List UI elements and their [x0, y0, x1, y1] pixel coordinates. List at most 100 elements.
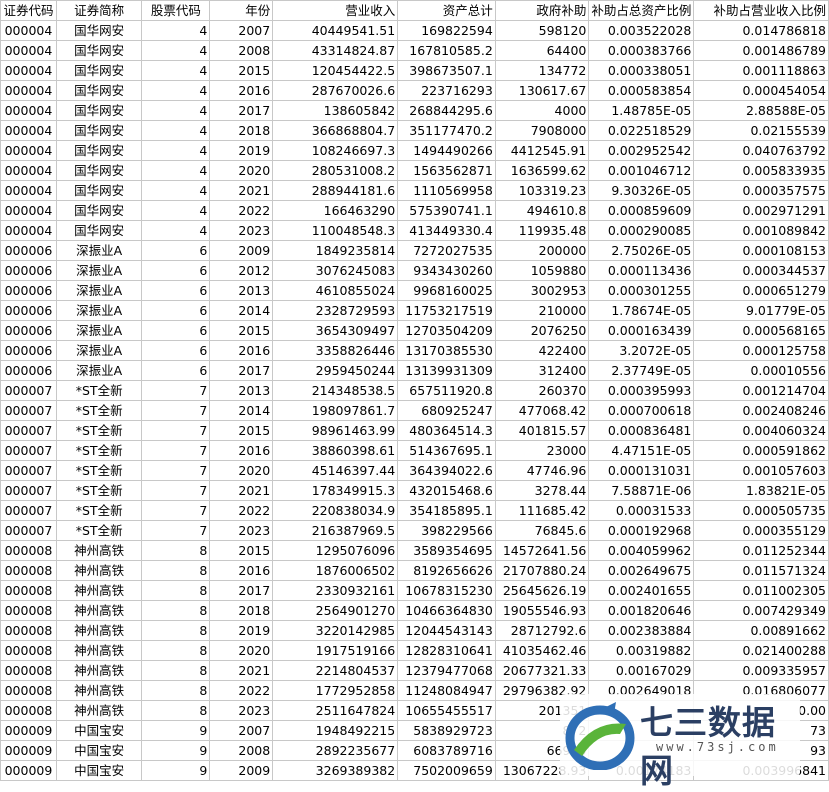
cell-year[interactable]: 2009 — [209, 240, 274, 261]
cell-subsidy-revenue-ratio[interactable]: 0.001089842 — [693, 220, 829, 241]
cell-total-assets[interactable]: 7272027535 — [397, 240, 496, 261]
cell-total-assets[interactable]: 413449330.4 — [397, 220, 496, 241]
cell-subsidy-revenue-ratio[interactable]: 0.001214704 — [693, 380, 829, 401]
cell-stock-code[interactable]: 7 — [141, 460, 211, 481]
cell-stock-code[interactable]: 7 — [141, 500, 211, 521]
cell-year[interactable]: 2009 — [209, 760, 274, 781]
cell-revenue[interactable]: 1876006502 — [272, 560, 399, 581]
cell-gov-subsidy[interactable]: 477068.42 — [494, 400, 590, 421]
cell-year[interactable]: 2014 — [209, 400, 274, 421]
cell-total-assets[interactable]: 9968160025 — [397, 280, 496, 301]
cell-stock-code[interactable]: 9 — [141, 720, 211, 741]
cell-gov-subsidy[interactable]: 76845.6 — [494, 520, 590, 541]
cell-revenue[interactable]: 288944181.6 — [272, 180, 399, 201]
cell-security-code[interactable]: 000007 — [0, 380, 57, 401]
cell-year[interactable]: 2008 — [209, 740, 274, 761]
cell-gov-subsidy[interactable]: 2076250 — [494, 320, 590, 341]
cell-stock-code[interactable]: 4 — [141, 100, 211, 121]
cell-year[interactable]: 2023 — [209, 520, 274, 541]
cell-subsidy-revenue-ratio[interactable]: 0.005833935 — [693, 160, 829, 181]
cell-security-code[interactable]: 000008 — [0, 560, 57, 581]
cell-gov-subsidy[interactable]: 64400 — [494, 40, 590, 61]
cell-total-assets[interactable]: 12828310641 — [397, 640, 496, 661]
cell-gov-subsidy[interactable]: 20677321.33 — [494, 660, 590, 681]
cell-security-name[interactable]: *ST全新 — [55, 420, 143, 441]
cell-revenue[interactable]: 45146397.44 — [272, 460, 399, 481]
cell-security-code[interactable]: 000006 — [0, 240, 57, 261]
cell-security-code[interactable]: 000004 — [0, 160, 57, 181]
cell-revenue[interactable]: 2959450244 — [272, 360, 399, 381]
cell-security-name[interactable]: 神州高铁 — [55, 600, 143, 621]
cell-subsidy-revenue-ratio[interactable]: 0.000591862 — [693, 440, 829, 461]
cell-subsidy-asset-ratio[interactable]: 0.001046712 — [588, 160, 695, 181]
cell-gov-subsidy[interactable]: 422400 — [494, 340, 590, 361]
cell-revenue[interactable]: 2892235677 — [272, 740, 399, 761]
cell-security-code[interactable]: 000004 — [0, 180, 57, 201]
cell-stock-code[interactable]: 4 — [141, 180, 211, 201]
cell-revenue[interactable]: 38860398.61 — [272, 440, 399, 461]
cell-subsidy-revenue-ratio[interactable]: 9.01779E-05 — [693, 300, 829, 321]
header-cell-year[interactable]: 年份 — [209, 0, 274, 21]
cell-stock-code[interactable]: 6 — [141, 300, 211, 321]
cell-subsidy-asset-ratio[interactable]: 0.00167029 — [588, 660, 695, 681]
cell-gov-subsidy[interactable]: 200000 — [494, 240, 590, 261]
cell-year[interactable]: 2015 — [209, 540, 274, 561]
cell-stock-code[interactable]: 4 — [141, 160, 211, 181]
cell-subsidy-revenue-ratio[interactable]: 2.88588E-05 — [693, 100, 829, 121]
header-cell-security-code[interactable]: 证券代码 — [0, 0, 57, 21]
cell-subsidy-asset-ratio[interactable]: 1.78674E-05 — [588, 300, 695, 321]
cell-subsidy-revenue-ratio[interactable]: 0.001118863 — [693, 60, 829, 81]
cell-revenue[interactable]: 3076245083 — [272, 260, 399, 281]
cell-year[interactable]: 2021 — [209, 480, 274, 501]
cell-security-name[interactable]: 神州高铁 — [55, 700, 143, 721]
cell-gov-subsidy[interactable]: 25645626.19 — [494, 580, 590, 601]
cell-subsidy-asset-ratio[interactable]: 0.002952542 — [588, 140, 695, 161]
cell-security-code[interactable]: 000008 — [0, 640, 57, 661]
cell-subsidy-revenue-ratio[interactable]: 0.02155539 — [693, 120, 829, 141]
cell-security-name[interactable]: 国华网安 — [55, 40, 143, 61]
cell-revenue[interactable]: 166463290 — [272, 200, 399, 221]
cell-subsidy-revenue-ratio[interactable]: 0.004060324 — [693, 420, 829, 441]
header-cell-gov-subsidy[interactable]: 政府补助 — [494, 0, 590, 21]
cell-security-name[interactable]: 国华网安 — [55, 60, 143, 81]
cell-security-name[interactable]: 深振业A — [55, 240, 143, 261]
cell-total-assets[interactable]: 10655455517 — [397, 700, 496, 721]
cell-revenue[interactable]: 198097861.7 — [272, 400, 399, 421]
cell-subsidy-asset-ratio[interactable]: 0.000113436 — [588, 260, 695, 281]
cell-security-code[interactable]: 000004 — [0, 60, 57, 81]
cell-revenue[interactable]: 1917519166 — [272, 640, 399, 661]
cell-stock-code[interactable]: 7 — [141, 380, 211, 401]
cell-year[interactable]: 2016 — [209, 80, 274, 101]
cell-subsidy-revenue-ratio[interactable]: 0.011571324 — [693, 560, 829, 581]
cell-subsidy-asset-ratio[interactable]: 0.000131031 — [588, 460, 695, 481]
cell-subsidy-asset-ratio[interactable]: 0.0031988​2 — [588, 640, 695, 661]
cell-total-assets[interactable]: 514367695.1 — [397, 440, 496, 461]
cell-subsidy-revenue-ratio[interactable]: 0.00891662 — [693, 620, 829, 641]
cell-gov-subsidy[interactable]: 260370 — [494, 380, 590, 401]
cell-gov-subsidy[interactable]: 3002953 — [494, 280, 590, 301]
cell-total-assets[interactable]: 12379477068 — [397, 660, 496, 681]
cell-security-code[interactable]: 000004 — [0, 80, 57, 101]
cell-security-code[interactable]: 000009 — [0, 720, 57, 741]
cell-total-assets[interactable]: 432015468.6 — [397, 480, 496, 501]
cell-total-assets[interactable]: 9343430260 — [397, 260, 496, 281]
cell-total-assets[interactable]: 480364514.3 — [397, 420, 496, 441]
cell-security-code[interactable]: 000007 — [0, 400, 57, 421]
cell-year[interactable]: 2022 — [209, 680, 274, 701]
cell-subsidy-revenue-ratio[interactable]: 1.83821E-05 — [693, 480, 829, 501]
cell-stock-code[interactable]: 4 — [141, 40, 211, 61]
cell-stock-code[interactable]: 6 — [141, 240, 211, 261]
cell-security-name[interactable]: 神州高铁 — [55, 580, 143, 601]
cell-year[interactable]: 2017 — [209, 360, 274, 381]
cell-gov-subsidy[interactable]: 3278.44 — [494, 480, 590, 501]
cell-security-name[interactable]: 深振业A — [55, 260, 143, 281]
cell-subsidy-asset-ratio[interactable]: 3.2072E-05 — [588, 340, 695, 361]
cell-revenue[interactable]: 43314824.87 — [272, 40, 399, 61]
cell-security-name[interactable]: 神州高铁 — [55, 680, 143, 701]
cell-subsidy-asset-ratio[interactable]: 0.002401655 — [588, 580, 695, 601]
cell-revenue[interactable]: 287670026.6 — [272, 80, 399, 101]
cell-gov-subsidy[interactable]: 1636599.62 — [494, 160, 590, 181]
cell-gov-subsidy[interactable]: 23000 — [494, 440, 590, 461]
header-cell-subsidy-revenue-ratio[interactable]: 补助占营业收入比例 — [693, 0, 829, 21]
cell-security-name[interactable]: 深振业A — [55, 300, 143, 321]
